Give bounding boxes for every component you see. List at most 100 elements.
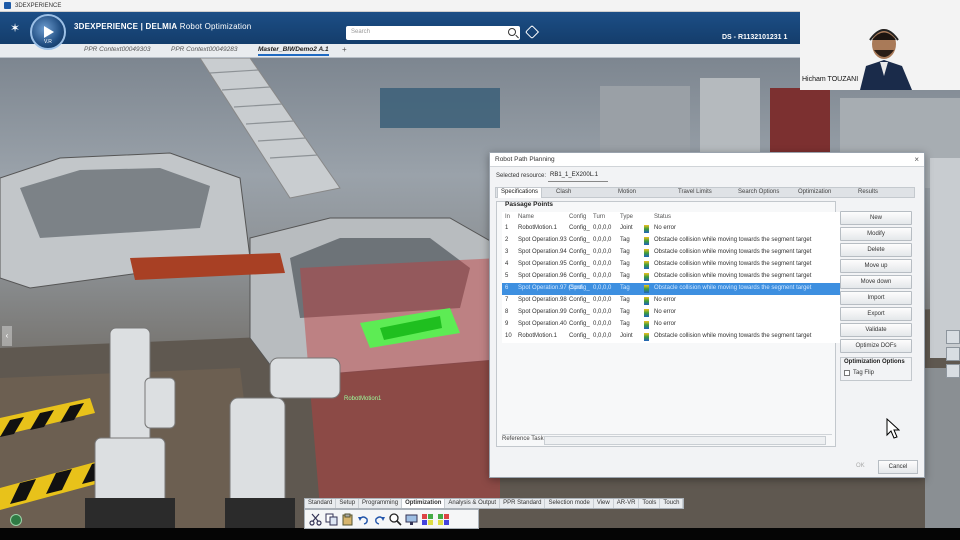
row-name: RobotMotion.1 (518, 225, 558, 231)
export-button[interactable]: Export (840, 307, 912, 321)
table-row[interactable]: 5 Spot Operation.96 Config_ 0,0,0,0 Tag Obsta… (502, 271, 840, 283)
ds-logo-icon[interactable]: ✶ (6, 20, 24, 36)
side-tool-button[interactable] (946, 347, 960, 361)
col-status: Status (654, 214, 672, 220)
table-row[interactable]: 2 Spot Operation.93 Config_ 0,0,0,0 Tag Obsta… (502, 235, 840, 247)
table-row[interactable]: 3 Spot Operation.94 Config_ 0,0,0,0 Tag Obsta… (502, 247, 840, 259)
row-status: Obstacle collision while moving towards … (654, 261, 812, 267)
action-tab-standard[interactable]: Standard (305, 499, 337, 508)
row-type: Tag (620, 237, 630, 243)
cut-icon[interactable] (309, 513, 322, 526)
action-tab-selection-mode[interactable]: Selection mode (545, 499, 594, 508)
add-tab-button[interactable]: + (342, 45, 347, 54)
row-status: Obstacle collision while moving towards … (654, 237, 812, 243)
tab-specifications[interactable]: Specifications (497, 187, 543, 198)
tag-flip-checkbox[interactable] (844, 370, 850, 376)
search-icon[interactable] (508, 28, 516, 36)
optimize-dofs-button[interactable]: Optimize DOFs (840, 339, 912, 353)
table-row[interactable]: 4 Spot Operation.95 Config_ 0,0,0,0 Tag Obsta… (502, 259, 840, 271)
app-name: Robot Optimization (179, 22, 252, 31)
passage-points-title: Passage Points (505, 201, 554, 208)
action-tab-ppr-standard[interactable]: PPR Standard (500, 499, 546, 508)
tag-icon[interactable] (524, 24, 540, 40)
action-tab-ar-vr[interactable]: AR-VR (614, 499, 640, 508)
modify-button[interactable]: Modify (840, 227, 912, 241)
delete-button[interactable]: Delete (840, 243, 912, 257)
action-tab-touch[interactable]: Touch (660, 499, 684, 508)
mini-compass-icon[interactable] (10, 514, 22, 526)
screen-icon[interactable] (405, 513, 418, 526)
tab-ppr-context-2[interactable]: PPR Context00049283 (171, 46, 238, 53)
row-config: Config_ (569, 333, 590, 339)
tag-flip-label: Tag Flip (853, 370, 875, 376)
tab-ppr-context-1[interactable]: PPR Context00049303 (84, 46, 151, 53)
action-tab-setup[interactable]: Setup (336, 499, 360, 508)
grid-icon[interactable] (421, 513, 434, 526)
zoom-icon[interactable] (389, 512, 402, 526)
paste-icon[interactable] (341, 513, 354, 526)
row-index: 9 (505, 321, 509, 327)
tab-optimization[interactable]: Optimization (798, 189, 831, 195)
selected-resource-field[interactable]: RB1_1_EX200L.1 (548, 172, 608, 182)
side-tool-button[interactable] (946, 364, 960, 378)
undo-icon[interactable] (357, 513, 370, 526)
search-input[interactable]: Search (346, 26, 520, 40)
row-type: Tag (620, 261, 630, 267)
new-button[interactable]: New (840, 211, 912, 225)
validate-button[interactable]: Validate (840, 323, 912, 337)
import-button[interactable]: Import (840, 291, 912, 305)
table-row[interactable]: 1 RobotMotion.1 Config_ 0,0,0,0 Joint No erro… (502, 223, 840, 235)
row-status: Obstacle collision while moving towards … (654, 285, 812, 291)
row-config: Config_ (569, 273, 590, 279)
tab-travel-limits[interactable]: Travel Limits (678, 189, 712, 195)
action-tab-optimization[interactable]: Optimization (402, 499, 446, 508)
reference-task-label: Reference Task: (502, 436, 546, 442)
copy-icon[interactable] (325, 513, 338, 526)
compass-version: V.R (44, 39, 52, 45)
expand-panel-arrow-icon[interactable]: ‹ (2, 326, 12, 346)
row-status: No error (654, 297, 677, 303)
row-name: Spot Operation.96 (518, 273, 567, 279)
move-up-button[interactable]: Move up (840, 259, 912, 273)
row-index: 5 (505, 273, 509, 279)
row-name: Spot Operation.40 (518, 321, 567, 327)
play-icon (44, 26, 54, 38)
table-row[interactable]: 8 Spot Operation.99 Config_ 0,0,0,0 Tag No er… (502, 307, 840, 319)
tag-flip-option[interactable]: Tag Flip (844, 370, 874, 376)
grid2-icon[interactable] (437, 513, 450, 526)
tab-clash[interactable]: Clash (556, 189, 571, 195)
row-turn: 0,0,0,0 (593, 225, 612, 231)
table-row[interactable]: 9 Spot Operation.40 Config_ 0,0,0,0 Tag No er… (502, 319, 840, 331)
tab-motion[interactable]: Motion (618, 189, 636, 195)
table-row[interactable]: 6 Spot Operation.97 (Spot Config_ 0,0,0,0 Ta… (502, 283, 840, 295)
reference-task-row: Reference Task: (502, 434, 832, 445)
tab-master-biwdemo[interactable]: Master_BIWDemo2 A.1 (258, 46, 329, 56)
action-tab-view[interactable]: View (594, 499, 614, 508)
robot-label: RobotMotion1 (344, 396, 382, 402)
row-status: No error (654, 225, 677, 231)
reference-task-field[interactable] (544, 436, 826, 445)
table-row[interactable]: 7 Spot Operation.98 Config_ 0,0,0,0 Tag No er… (502, 295, 840, 307)
move-down-button[interactable]: Move down (840, 275, 912, 289)
passage-points-table: In Name Config Turn Type Status 1 RobotMo… (502, 212, 840, 343)
action-tab-programming[interactable]: Programming (359, 499, 403, 508)
redo-icon[interactable] (373, 513, 386, 526)
row-turn: 0,0,0,0 (593, 321, 612, 327)
tab-search-options[interactable]: Search Options (738, 189, 779, 195)
ok-button[interactable]: OK (856, 463, 865, 469)
app-header: ✶ 3DEXPERIENCE | DELMIA Robot Optimizati… (0, 12, 800, 44)
close-icon[interactable]: × (914, 155, 919, 164)
table-row[interactable]: 10 RobotMotion.1 Config_ 0,0,0,0 Joint Obstac… (502, 331, 840, 343)
tab-results[interactable]: Results (858, 189, 878, 195)
cancel-button[interactable]: Cancel (878, 460, 918, 474)
status-indicator-icon (644, 261, 649, 269)
action-tab-tools[interactable]: Tools (639, 499, 661, 508)
optimization-options-title: Optimization Options (844, 359, 905, 365)
action-tab-analysis-output[interactable]: Analysis & Output (445, 499, 501, 508)
row-type: Tag (620, 273, 630, 279)
tenant-label: DS - R1132101231 1 (722, 34, 788, 41)
col-index: In (505, 214, 511, 220)
compass-button[interactable]: V.R (30, 14, 66, 50)
side-tool-button[interactable] (946, 330, 960, 344)
row-config: Config_ (569, 285, 590, 291)
